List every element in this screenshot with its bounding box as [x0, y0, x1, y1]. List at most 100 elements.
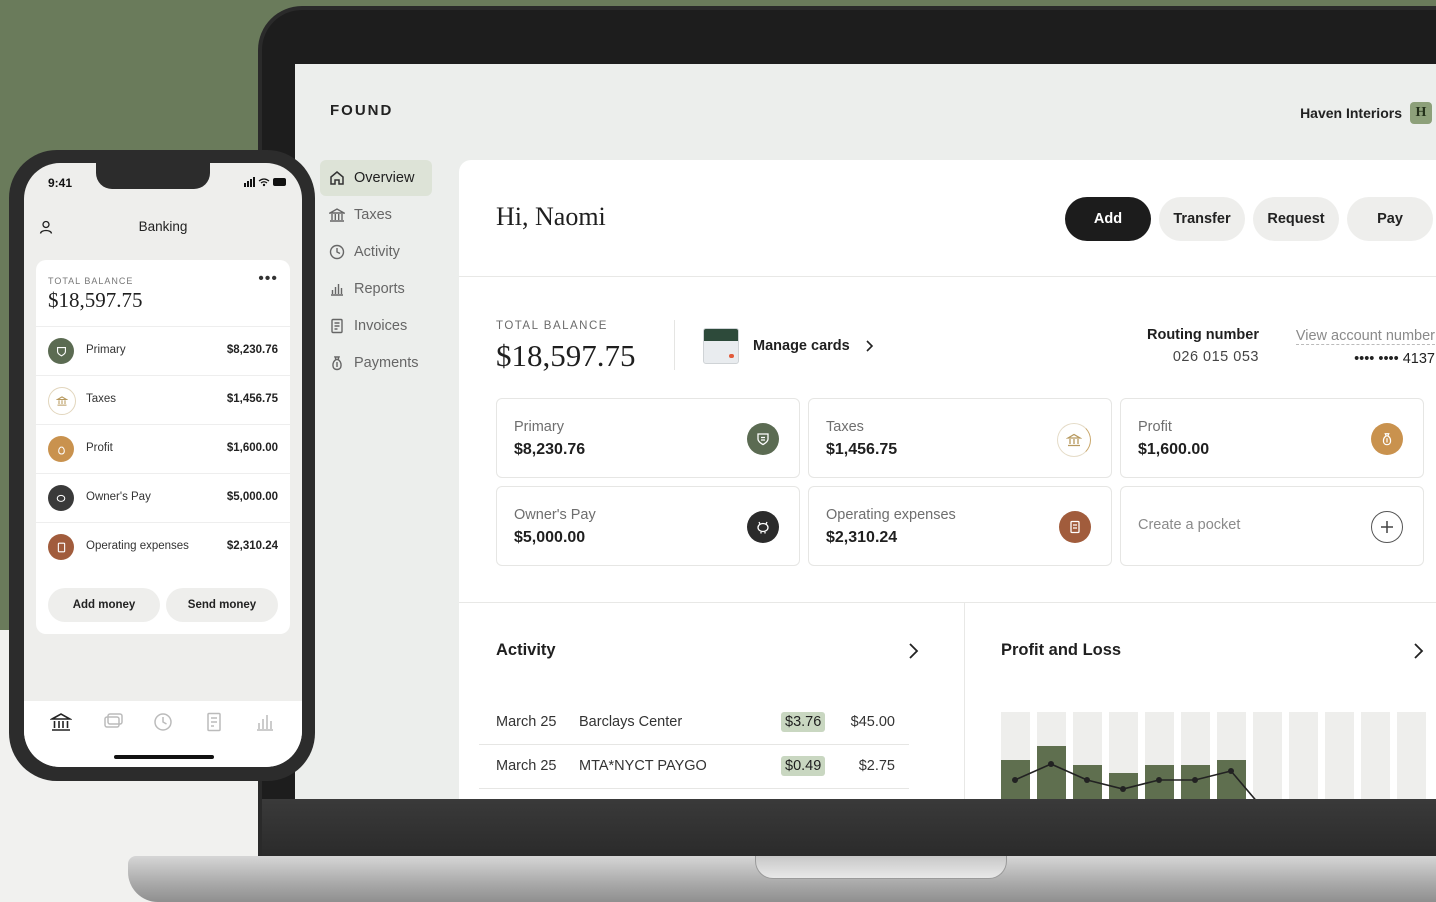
- manage-cards-link[interactable]: Manage cards: [703, 328, 874, 364]
- card-icon: [703, 328, 739, 364]
- list-item-name: Owner's Pay: [86, 491, 151, 503]
- pocket-card-primary[interactable]: Primary $8,230.76: [496, 398, 800, 478]
- money-bag-icon: [332, 356, 342, 371]
- sidebar-item-activity[interactable]: Activity: [320, 234, 432, 270]
- sidebar-item-label: Reports: [354, 281, 405, 297]
- sidebar-item-invoices[interactable]: Invoices: [320, 308, 432, 344]
- account-number-masked: •••• •••• 4137: [1354, 351, 1435, 367]
- pig-icon: [747, 511, 779, 543]
- phone-screen: 9:41 Banking TOTAL BALANCE $18,597.75 ••…: [24, 163, 302, 767]
- pay-button[interactable]: Pay: [1347, 197, 1433, 241]
- sidebar-nav: Overview Taxes Activity Reports Invoices…: [320, 160, 432, 382]
- pocket-card-taxes[interactable]: Taxes $1,456.75: [808, 398, 1112, 478]
- chart-point: [1012, 777, 1018, 783]
- request-button[interactable]: Request: [1253, 197, 1339, 241]
- action-buttons: Add Transfer Request Pay: [1065, 197, 1433, 241]
- receipt-icon: [1059, 511, 1091, 543]
- phone-balance-label: TOTAL BALANCE: [48, 276, 134, 286]
- pocket-amount: $8,230.76: [514, 441, 586, 458]
- pocket-amount: $2,310.24: [826, 529, 898, 546]
- add-button[interactable]: Add: [1065, 197, 1151, 241]
- routing-number[interactable]: 026 015 053: [1147, 349, 1259, 365]
- bar-chart-icon[interactable]: [254, 711, 276, 733]
- list-item[interactable]: Taxes $1,456.75: [36, 375, 290, 424]
- total-balance-label: TOTAL BALANCE: [496, 320, 608, 332]
- add-money-button[interactable]: Add money: [48, 588, 160, 622]
- create-pocket-card[interactable]: Create a pocket: [1120, 486, 1424, 566]
- chart-bar-bg: [1289, 712, 1318, 799]
- pocket-card-operating-expenses[interactable]: Operating expenses $2,310.24: [808, 486, 1112, 566]
- sidebar-item-overview[interactable]: Overview: [320, 160, 432, 196]
- plus-icon[interactable]: [1371, 511, 1403, 543]
- activity-date: March 25: [496, 758, 557, 774]
- manage-cards-label: Manage cards: [753, 338, 850, 354]
- sidebar-item-label: Payments: [354, 355, 419, 371]
- pocket-name: Operating expenses: [826, 507, 956, 523]
- view-account-number-link[interactable]: View account number: [1295, 328, 1435, 345]
- sidebar-item-label: Taxes: [354, 207, 392, 223]
- section-vertical-divider: [964, 603, 965, 799]
- chart-point: [1084, 777, 1090, 783]
- send-money-button[interactable]: Send money: [166, 588, 278, 622]
- org-switcher[interactable]: Haven Interiors H: [1300, 102, 1432, 124]
- transfer-button[interactable]: Transfer: [1159, 197, 1245, 241]
- chart-point: [1156, 777, 1162, 783]
- roundup-chip: $0.49: [781, 756, 826, 776]
- page-greeting: Hi, Naomi: [496, 202, 606, 231]
- list-item[interactable]: Owner's Pay $5,000.00: [36, 473, 290, 522]
- document-icon: [331, 318, 343, 334]
- shield-icon: [747, 423, 779, 455]
- clock-icon[interactable]: [152, 711, 174, 733]
- app-logo[interactable]: FOUND: [330, 102, 393, 119]
- activity-row[interactable]: March 25 Barclays Center $3.76 $45.00: [479, 700, 909, 745]
- list-item-name: Taxes: [86, 393, 117, 405]
- phone-balance-card: TOTAL BALANCE $18,597.75 ••• Primary $8,…: [36, 260, 290, 634]
- document-icon[interactable]: [203, 711, 225, 733]
- list-item[interactable]: Primary $8,230.76: [36, 326, 290, 375]
- profit-loss-title: Profit and Loss: [1001, 641, 1122, 659]
- chart-bar-bg: [1397, 712, 1426, 799]
- pocket-amount: $5,000.00: [514, 529, 586, 546]
- pocket-amount: $1,456.75: [826, 441, 898, 458]
- sidebar-item-reports[interactable]: Reports: [320, 271, 432, 307]
- header-divider: [459, 276, 1436, 277]
- chevron-right-icon: [866, 340, 873, 352]
- sidebar-item-payments[interactable]: Payments: [320, 345, 432, 381]
- bar-chart-icon: [331, 284, 343, 296]
- activity-row[interactable]: March 25 MTA*NYCT PAYGO $0.49 $2.75: [479, 744, 909, 789]
- chart-point: [1228, 768, 1234, 774]
- activity-merchant: MTA*NYCT PAYGO: [579, 758, 707, 774]
- list-item-amount: $5,000.00: [226, 491, 278, 503]
- cards-icon[interactable]: [102, 711, 124, 733]
- org-avatar: H: [1410, 102, 1432, 124]
- list-item-amount: $2,310.24: [226, 540, 278, 552]
- chart-bar: [1217, 760, 1246, 799]
- phone-notch: [96, 163, 210, 189]
- profit-loss-chart: [1001, 712, 1426, 799]
- chart-bar-bg: [1361, 712, 1390, 799]
- pocket-card-owners-pay[interactable]: Owner's Pay $5,000.00: [496, 486, 800, 566]
- chart-point: [1048, 761, 1054, 767]
- list-item-amount: $1,600.00: [226, 442, 278, 454]
- bank-icon[interactable]: [50, 711, 72, 733]
- activity-amount: $45.00: [850, 714, 895, 730]
- pocket-card-profit[interactable]: Profit $1,600.00: [1120, 398, 1424, 478]
- sidebar-item-taxes[interactable]: Taxes: [320, 197, 432, 233]
- list-item[interactable]: Profit $1,600.00: [36, 424, 290, 473]
- list-item[interactable]: Operating expenses $2,310.24: [36, 522, 290, 571]
- pig-icon: [48, 485, 74, 511]
- chart-bar-bg: [1325, 712, 1354, 799]
- chevron-right-icon[interactable]: [907, 642, 919, 660]
- chevron-right-icon[interactable]: [1412, 642, 1424, 660]
- home-icon: [330, 171, 344, 185]
- create-pocket-label: Create a pocket: [1138, 517, 1241, 533]
- more-menu-icon[interactable]: •••: [258, 270, 278, 288]
- pocket-name: Profit: [1138, 419, 1172, 435]
- list-item-name: Profit: [86, 442, 113, 454]
- chart-point: [1120, 786, 1126, 792]
- laptop-hinge: [262, 799, 1436, 859]
- routing-label: Routing number: [1147, 327, 1259, 343]
- shield-icon: [48, 338, 74, 364]
- list-item-name: Primary: [86, 344, 126, 356]
- activity-date: March 25: [496, 714, 557, 730]
